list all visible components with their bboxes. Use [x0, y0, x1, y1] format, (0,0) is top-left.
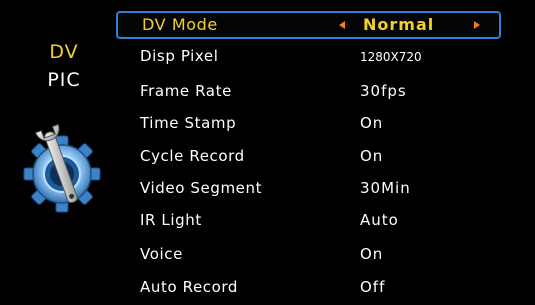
menu-item-label: Cycle Record — [140, 147, 245, 165]
menu-item-value: Auto — [360, 211, 399, 229]
menu-item-value: 1280X720 — [360, 50, 422, 64]
menu-item-label: Voice — [140, 245, 183, 263]
camera-settings-screen: DV PIC DV Mode Normal Disp Pixel 1280X72… — [0, 0, 535, 305]
menu-item-label: Video Segment — [140, 179, 263, 197]
menu-item-value: 30Min — [360, 179, 411, 197]
menu-item-value: 30fps — [360, 82, 407, 100]
menu-item-value: Normal — [363, 15, 435, 34]
menu-item-voice[interactable]: Voice On — [118, 242, 498, 268]
menu-item-cycle-record[interactable]: Cycle Record On — [118, 144, 498, 170]
menu-item-label: IR Light — [140, 211, 202, 229]
menu-item-auto-record[interactable]: Auto Record Off — [118, 275, 498, 301]
menu-item-value: On — [360, 147, 384, 165]
menu-item-value: On — [360, 245, 384, 263]
menu-item-frame-rate[interactable]: Frame Rate 30fps — [118, 79, 498, 105]
menu-item-value: Off — [360, 278, 386, 296]
menu-item-value: On — [360, 114, 384, 132]
tab-pic[interactable]: PIC — [14, 69, 114, 91]
menu-item-video-segment[interactable]: Video Segment 30Min — [118, 176, 498, 202]
menu-item-dv-mode[interactable]: DV Mode Normal — [116, 11, 501, 39]
menu-item-disp-pixel[interactable]: Disp Pixel 1280X720 — [118, 44, 498, 70]
settings-gear-wrench-icon — [23, 124, 101, 213]
menu-item-label: Time Stamp — [140, 114, 237, 132]
triangle-left-icon[interactable] — [339, 21, 345, 29]
menu-item-label: Frame Rate — [140, 82, 232, 100]
menu-item-label: Disp Pixel — [140, 47, 219, 65]
menu-item-label: DV Mode — [142, 15, 218, 34]
menu-item-time-stamp[interactable]: Time Stamp On — [118, 111, 498, 137]
menu-item-ir-light[interactable]: IR Light Auto — [118, 208, 498, 234]
menu-item-label: Auto Record — [140, 278, 239, 296]
tab-dv[interactable]: DV — [14, 41, 114, 63]
triangle-right-icon[interactable] — [474, 21, 480, 29]
